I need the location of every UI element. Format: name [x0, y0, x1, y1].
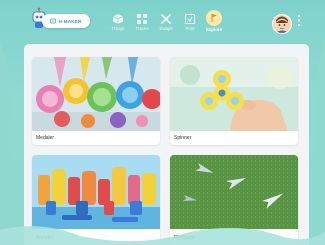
nav-item-explore[interactable]: Explore [202, 10, 226, 40]
nav-item-things[interactable]: Things [106, 12, 130, 40]
avatar-face-icon [273, 15, 291, 33]
cube-icon [112, 14, 124, 24]
print-icon [184, 13, 196, 25]
explore-content: Medaler Spinner Wonder FlyMaker [24, 44, 309, 245]
nav-item-print[interactable]: Print [178, 12, 202, 40]
top-bar: H-MAKER Things Tracks Swaps Print Explor… [0, 0, 325, 44]
nav-label: Explore [205, 27, 223, 32]
paper-planes-image [170, 155, 298, 229]
fidget-spinner-image [170, 57, 298, 131]
logo-badge: H-MAKER [42, 14, 90, 28]
card-title: Spinner [174, 135, 192, 141]
nav-label: Print [185, 26, 195, 31]
explore-highlight [206, 10, 222, 26]
robot-face-icon [50, 18, 57, 24]
card-title: Medaler [36, 135, 55, 141]
card-wonder[interactable]: Wonder [32, 155, 160, 245]
flag-icon [211, 14, 217, 22]
toy-figures-image [32, 155, 160, 229]
nav-item-tracks[interactable]: Tracks [130, 12, 154, 40]
nav-item-swaps[interactable]: Swaps [154, 12, 178, 40]
user-avatar[interactable] [272, 14, 292, 34]
card-title: FlyMaker [174, 235, 195, 241]
card-spinner[interactable]: Spinner [170, 57, 298, 145]
card-medaler[interactable]: Medaler [32, 57, 160, 145]
nav-label: Swaps [159, 26, 173, 31]
grid-icon [137, 14, 147, 24]
tools-icon [161, 14, 171, 24]
logo-text: H-MAKER [58, 18, 82, 24]
card-title: Wonder [36, 235, 54, 241]
nav-label: Tracks [135, 26, 149, 31]
more-options-icon[interactable] [296, 15, 302, 31]
nav-label: Things [111, 26, 125, 31]
medals-image [32, 57, 160, 131]
card-flymaker[interactable]: FlyMaker [170, 155, 298, 245]
app-logo[interactable]: H-MAKER [30, 7, 90, 31]
